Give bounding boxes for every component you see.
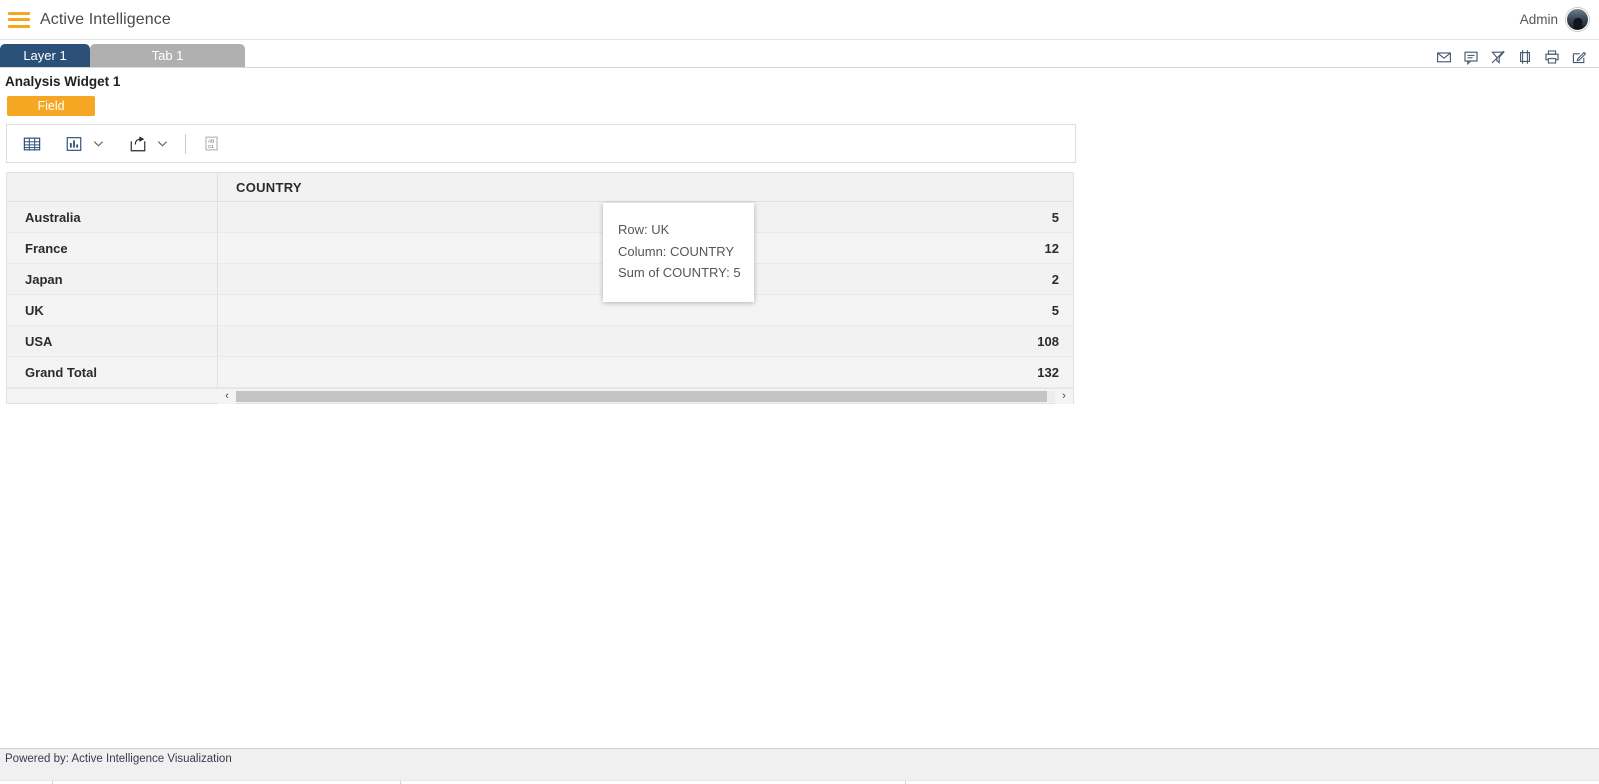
footer-text: Powered by: Active Intelligence Visualiz… [5,753,232,765]
chart-view-icon[interactable] [63,133,85,155]
scrollbar-spacer [7,389,218,403]
mail-icon[interactable] [1436,49,1452,65]
tab-strip-actions [1436,49,1599,67]
row-value: 5 [1051,209,1059,225]
row-value: 2 [1051,271,1059,287]
row-label: Japan [7,264,218,294]
tab-tab-1[interactable]: Tab 1 [90,44,245,67]
row-value: 12 [1044,240,1059,256]
table-row[interactable]: USA 108 [7,326,1073,357]
app-header: Active Intelligence Admin [0,0,1599,40]
row-label: Grand Total [7,357,218,387]
row-label: France [7,233,218,263]
crop-icon[interactable] [1517,49,1533,65]
table-row[interactable]: Australia 5 [7,202,1073,233]
app-root: Active Intelligence Admin Layer 1 Tab 1 [0,0,1599,784]
pivot-table: COUNTRY Australia 5 France 12 Japan 2 UK… [6,172,1074,404]
app-header-right: Admin [1520,8,1599,31]
tab-layer-1[interactable]: Layer 1 [0,44,90,67]
table-row[interactable]: UK 5 [7,295,1073,326]
widget-toolbar: AB C1 [6,124,1076,163]
scrollbar-thumb[interactable] [236,390,1047,402]
print-icon[interactable] [1544,49,1560,65]
row-value: 132 [1037,364,1059,380]
chart-dropdown-caret[interactable] [89,134,107,154]
analysis-widget-panel: Analysis Widget 1 Field AB C1 COUNTRY Au… [0,68,1082,528]
edit-icon[interactable] [1571,49,1587,65]
table-row[interactable]: Japan 2 [7,264,1073,295]
row-value: 108 [1037,333,1059,349]
row-label: UK [7,295,218,325]
export-share-icon[interactable] [127,133,149,155]
app-title: Active Intelligence [40,10,171,28]
pivot-column-header: COUNTRY [236,179,302,195]
table-row[interactable]: France 12 [7,233,1073,264]
sort-abc-icon[interactable]: AB C1 [200,133,222,155]
user-name: Admin [1519,12,1558,27]
field-chip[interactable]: Field [7,96,95,116]
footer-strip [0,780,1599,784]
page-footer: Powered by: Active Intelligence Visualiz… [0,748,1599,784]
table-row-grand-total[interactable]: Grand Total 132 [7,357,1073,388]
export-dropdown-caret[interactable] [153,134,171,154]
scroll-right-arrow-icon[interactable]: › [1055,388,1073,404]
svg-text:AB: AB [208,139,214,144]
table-view-icon[interactable] [21,133,43,155]
scrollbar-track[interactable] [236,390,1055,402]
pivot-header-row: COUNTRY [7,173,1073,202]
row-value: 5 [1051,302,1059,318]
widget-title: Analysis Widget 1 [5,74,121,89]
row-label: Australia [7,202,218,232]
svg-text:C1: C1 [208,144,214,149]
horizontal-scrollbar[interactable]: ‹ › [7,388,1073,404]
pivot-corner-cell [7,173,218,201]
scroll-left-arrow-icon[interactable]: ‹ [218,388,236,404]
row-label: USA [7,326,218,356]
tab-strip: Layer 1 Tab 1 [0,40,1599,68]
hamburger-menu-icon[interactable] [8,11,30,28]
comment-icon[interactable] [1463,49,1479,65]
clear-filter-icon[interactable] [1490,49,1506,65]
toolbar-separator [185,133,186,154]
user-avatar[interactable] [1566,8,1589,31]
